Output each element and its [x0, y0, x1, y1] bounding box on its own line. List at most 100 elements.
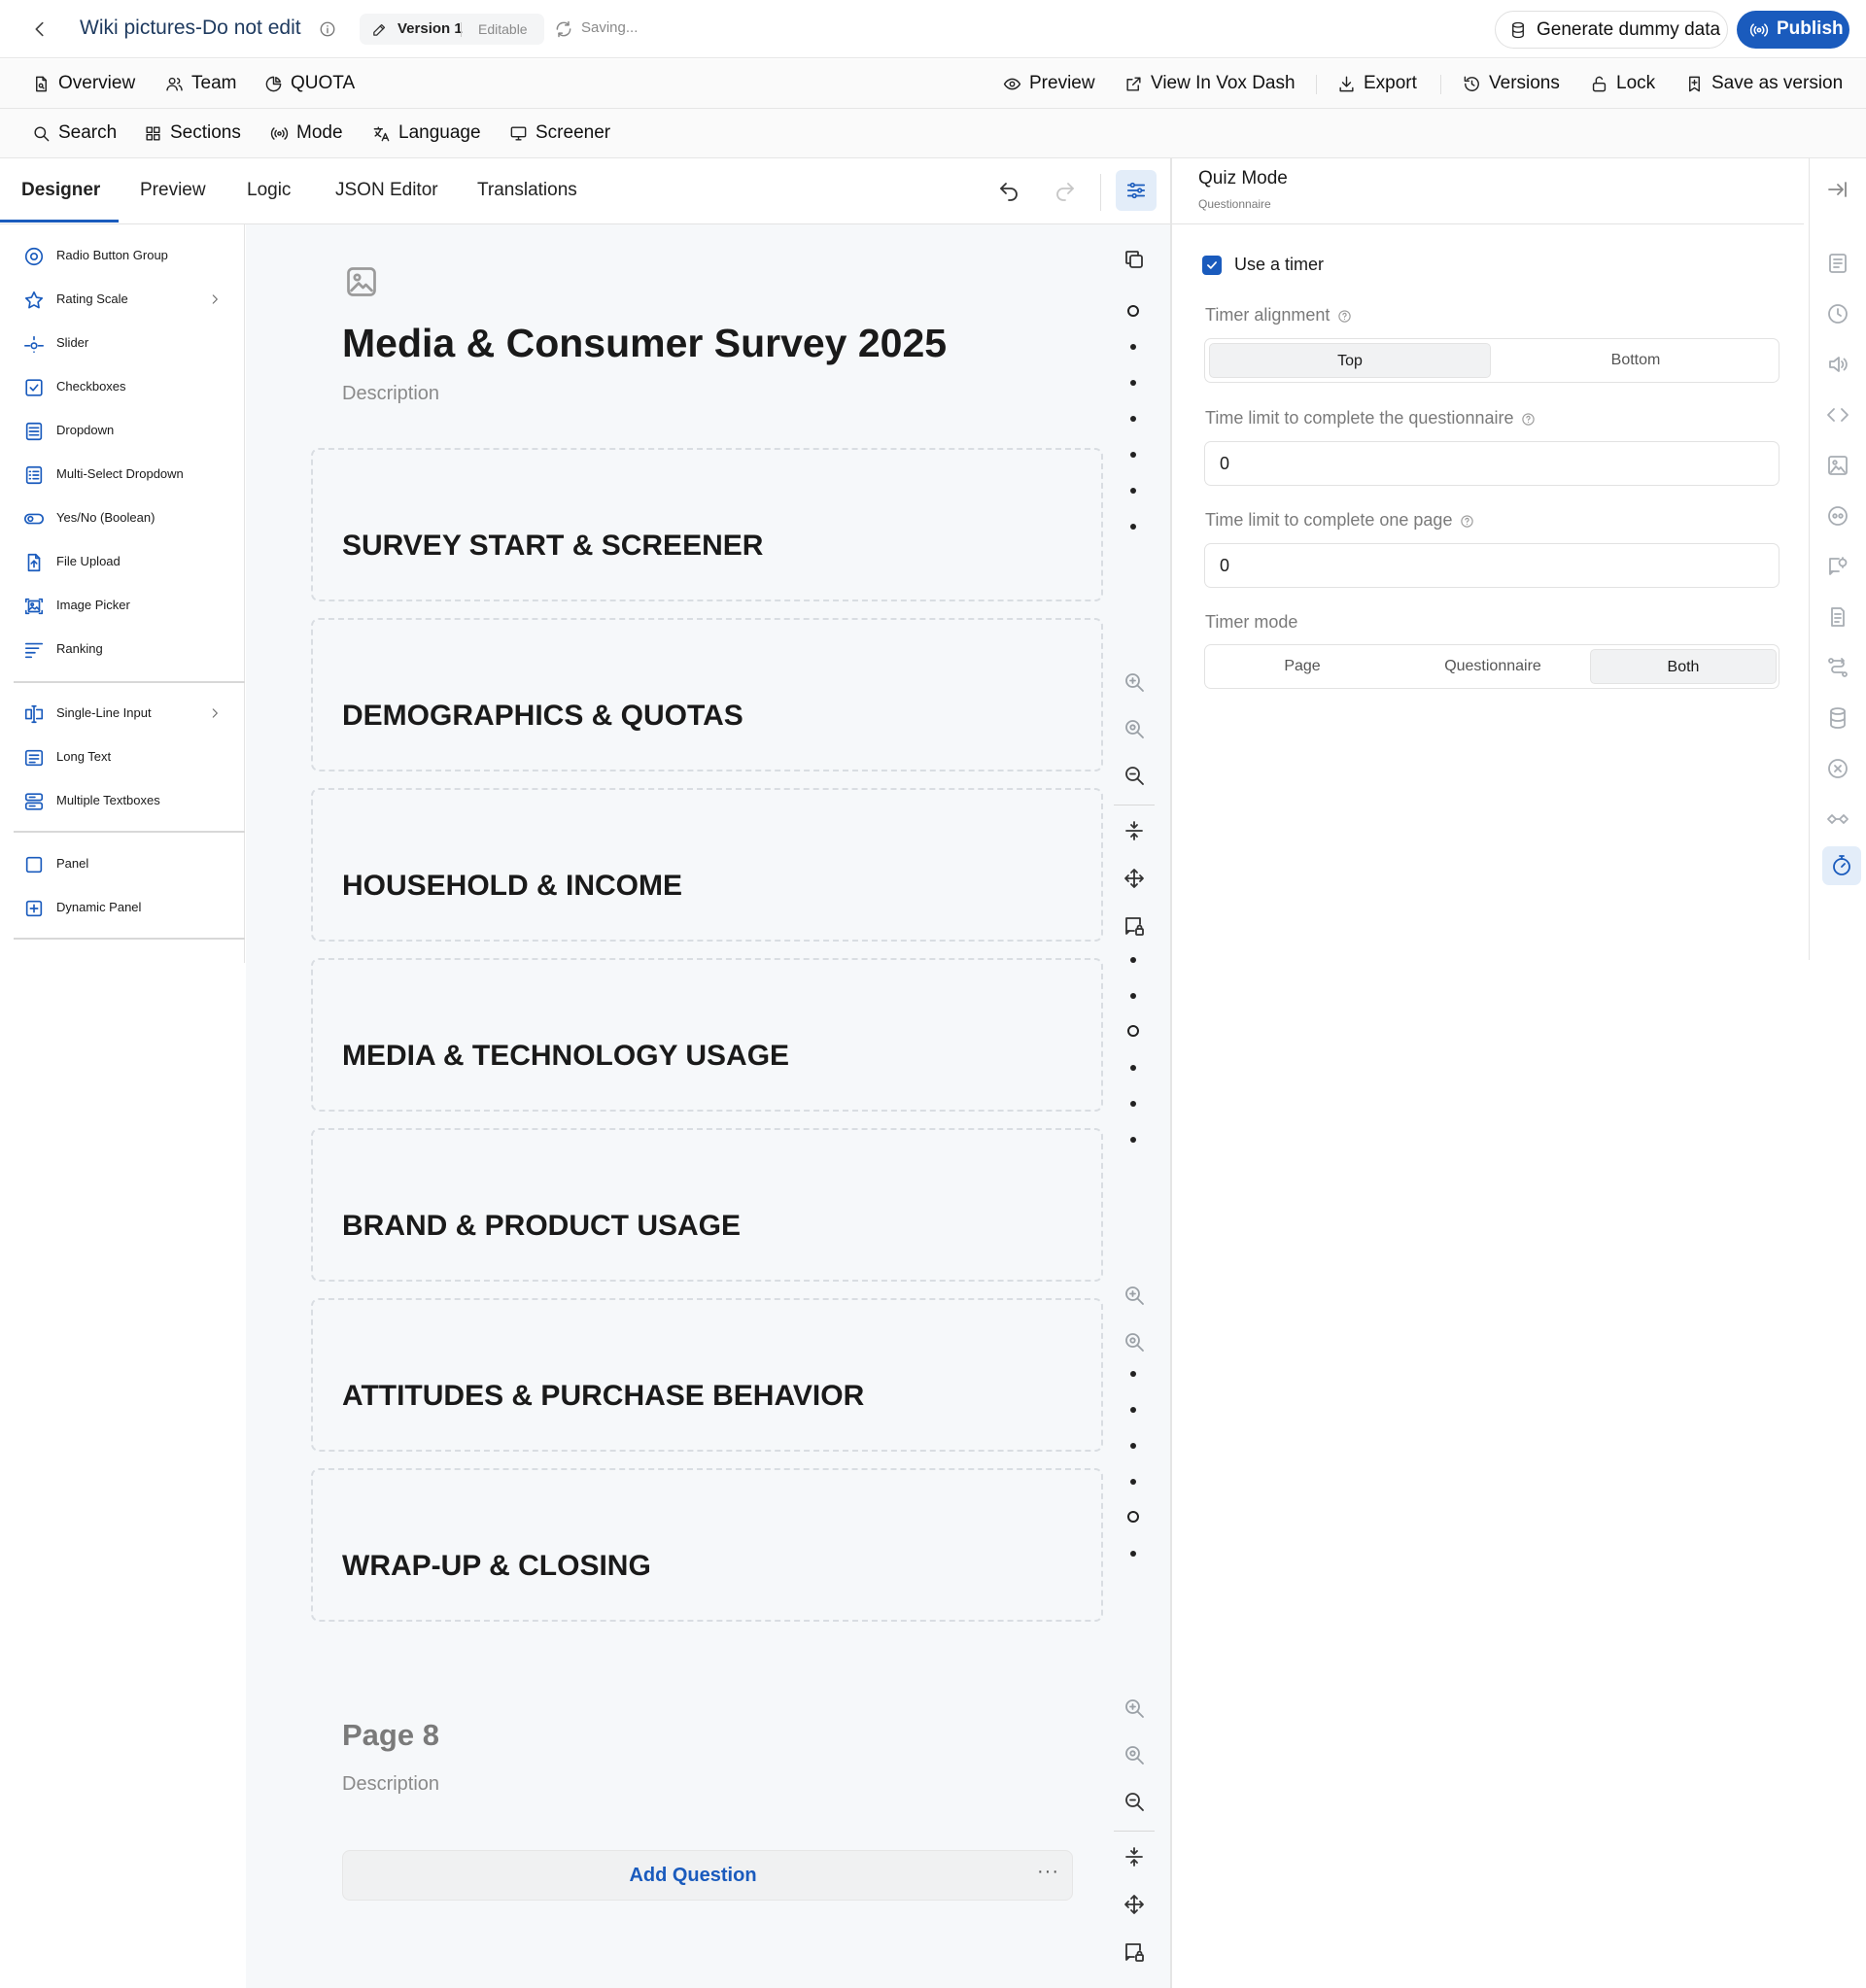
quiz-mode-tab[interactable] — [1822, 846, 1861, 885]
tab-translations[interactable]: Translations — [477, 180, 577, 201]
info-icon[interactable] — [319, 20, 336, 38]
rail-dot[interactable] — [1130, 1101, 1136, 1107]
rail-dot[interactable] — [1130, 488, 1136, 494]
screener-button[interactable]: Screener — [509, 109, 610, 157]
rail-ring[interactable] — [1127, 1511, 1139, 1523]
collapse-icon[interactable] — [1123, 1845, 1146, 1868]
toolbox-item-single-line-input[interactable]: Single-Line Input — [0, 693, 245, 736]
code-icon[interactable] — [1826, 403, 1849, 427]
toolbox-item-multiple-textboxes[interactable]: Multiple Textboxes — [0, 780, 245, 823]
zoom-in-icon[interactable] — [1123, 1697, 1146, 1720]
help-icon[interactable] — [1460, 514, 1474, 529]
logic-route-icon[interactable] — [1826, 656, 1849, 679]
rail-dot[interactable] — [1130, 1479, 1136, 1485]
tab-logic[interactable]: Logic — [247, 180, 291, 201]
export-button[interactable]: Export — [1337, 59, 1417, 108]
lock-comment-icon[interactable] — [1123, 914, 1146, 938]
overview-button[interactable]: Overview — [32, 59, 135, 108]
document-title[interactable]: Wiki pictures-Do not edit — [80, 17, 301, 40]
section-title[interactable]: WRAP-UP & CLOSING — [342, 1550, 651, 1583]
rail-dot[interactable] — [1130, 1407, 1136, 1413]
toolbox-item-dynamic-panel[interactable]: Dynamic Panel — [0, 887, 245, 930]
zoom-out-icon[interactable] — [1123, 1790, 1146, 1813]
section-title[interactable]: ATTITUDES & PURCHASE BEHAVIOR — [342, 1380, 864, 1413]
more-options-icon[interactable]: ··· — [1037, 1861, 1059, 1883]
collapse-panel-icon[interactable] — [1826, 178, 1849, 201]
rail-dot[interactable] — [1130, 1065, 1136, 1071]
preview-button[interactable]: Preview — [1003, 59, 1095, 108]
quota-button[interactable]: QUOTA — [264, 59, 355, 108]
timer-mode-option-both[interactable]: Both — [1590, 649, 1777, 684]
generate-dummy-data-button[interactable]: Generate dummy data — [1495, 11, 1728, 49]
save-as-version-button[interactable]: Save as version — [1685, 59, 1843, 108]
section-panel[interactable]: WRAP-UP & CLOSING — [311, 1468, 1103, 1622]
lock-button[interactable]: Lock — [1590, 59, 1655, 108]
toolbox-item-radio-button-group[interactable]: Radio Button Group — [0, 235, 245, 278]
volume-icon[interactable] — [1826, 353, 1849, 376]
language-button[interactable]: Language — [372, 109, 481, 157]
rail-dot[interactable] — [1130, 344, 1136, 350]
use-timer-label[interactable]: Use a timer — [1234, 255, 1324, 275]
page-description[interactable]: Description — [342, 1773, 439, 1796]
section-panel[interactable]: HOUSEHOLD & INCOME — [311, 788, 1103, 942]
toolbox-item-image-picker[interactable]: Image Picker — [0, 585, 245, 628]
publish-button[interactable]: Publish — [1737, 11, 1849, 49]
toolbox-item-multi-select-dropdown[interactable]: Multi-Select Dropdown — [0, 454, 245, 497]
zoom-in-icon[interactable] — [1123, 670, 1146, 694]
rail-ring[interactable] — [1127, 1025, 1139, 1037]
toolbox-item-panel[interactable]: Panel — [0, 843, 245, 886]
section-panel[interactable]: SURVEY START & SCREENER — [311, 448, 1103, 601]
chevron-right-icon[interactable] — [208, 706, 222, 720]
section-title[interactable]: BRAND & PRODUCT USAGE — [342, 1210, 741, 1243]
versions-button[interactable]: Versions — [1463, 59, 1560, 108]
lock-comment-icon[interactable] — [1123, 1940, 1146, 1964]
zoom-out-icon[interactable] — [1123, 764, 1146, 787]
section-title[interactable]: MEDIA & TECHNOLOGY USAGE — [342, 1040, 789, 1073]
version-selector[interactable]: Version 1 Editable — [360, 14, 544, 45]
view-in-vox-dash-button[interactable]: View In Vox Dash — [1124, 59, 1296, 108]
toolbox-item-yes-no-boolean[interactable]: Yes/No (Boolean) — [0, 497, 245, 540]
toolbox-item-rating-scale[interactable]: Rating Scale — [0, 279, 245, 322]
section-title[interactable]: SURVEY START & SCREENER — [342, 530, 763, 563]
tab-json-editor[interactable]: JSON Editor — [335, 180, 438, 201]
clock-icon[interactable] — [1826, 302, 1849, 326]
toolbox-item-dropdown[interactable]: Dropdown — [0, 410, 245, 453]
search-button[interactable]: Search — [32, 109, 117, 157]
general-list-icon[interactable] — [1826, 252, 1849, 275]
time-limit-questionnaire-input[interactable]: 0 — [1204, 441, 1780, 486]
rail-dot[interactable] — [1130, 380, 1136, 386]
zoom-reset-icon[interactable] — [1123, 1743, 1146, 1766]
zoom-in-icon[interactable] — [1123, 1284, 1146, 1307]
toolbox-item-checkboxes[interactable]: Checkboxes — [0, 366, 245, 409]
move-icon[interactable] — [1123, 1893, 1146, 1916]
rail-dot[interactable] — [1130, 1137, 1136, 1143]
survey-description[interactable]: Description — [342, 383, 439, 405]
eye-circle-icon[interactable] — [1826, 504, 1849, 528]
zoom-reset-icon[interactable] — [1123, 717, 1146, 740]
back-arrow-icon[interactable] — [29, 18, 51, 40]
section-panel[interactable]: MEDIA & TECHNOLOGY USAGE — [311, 958, 1103, 1112]
timer-alignment-option-top[interactable]: Top — [1209, 343, 1491, 378]
rail-dot[interactable] — [1130, 524, 1136, 530]
rail-dot[interactable] — [1130, 1371, 1136, 1377]
rail-dot[interactable] — [1130, 416, 1136, 422]
timer-alignment-option-bottom[interactable]: Bottom — [1495, 343, 1777, 378]
add-question-button[interactable]: Add Question ··· — [342, 1850, 1073, 1901]
toolbox-item-long-text[interactable]: Long Text — [0, 737, 245, 779]
mode-button[interactable]: Mode — [270, 109, 343, 157]
section-title[interactable]: DEMOGRAPHICS & QUOTAS — [342, 700, 743, 733]
toolbox-item-ranking[interactable]: Ranking — [0, 629, 245, 671]
settings-toggle-button[interactable] — [1116, 170, 1157, 211]
rail-ring[interactable] — [1127, 305, 1139, 317]
rail-dot[interactable] — [1130, 1551, 1136, 1557]
move-icon[interactable] — [1123, 867, 1146, 890]
close-circle-icon[interactable] — [1826, 757, 1849, 780]
team-button[interactable]: Team — [165, 59, 236, 108]
rail-dot[interactable] — [1130, 452, 1136, 458]
toolbox-item-file-upload[interactable]: File Upload — [0, 541, 245, 584]
validation-icon[interactable] — [1826, 807, 1849, 831]
document-lines-icon[interactable] — [1826, 605, 1849, 629]
section-panel[interactable]: ATTITUDES & PURCHASE BEHAVIOR — [311, 1298, 1103, 1452]
undo-icon[interactable] — [997, 180, 1020, 203]
database-icon[interactable] — [1826, 706, 1849, 730]
